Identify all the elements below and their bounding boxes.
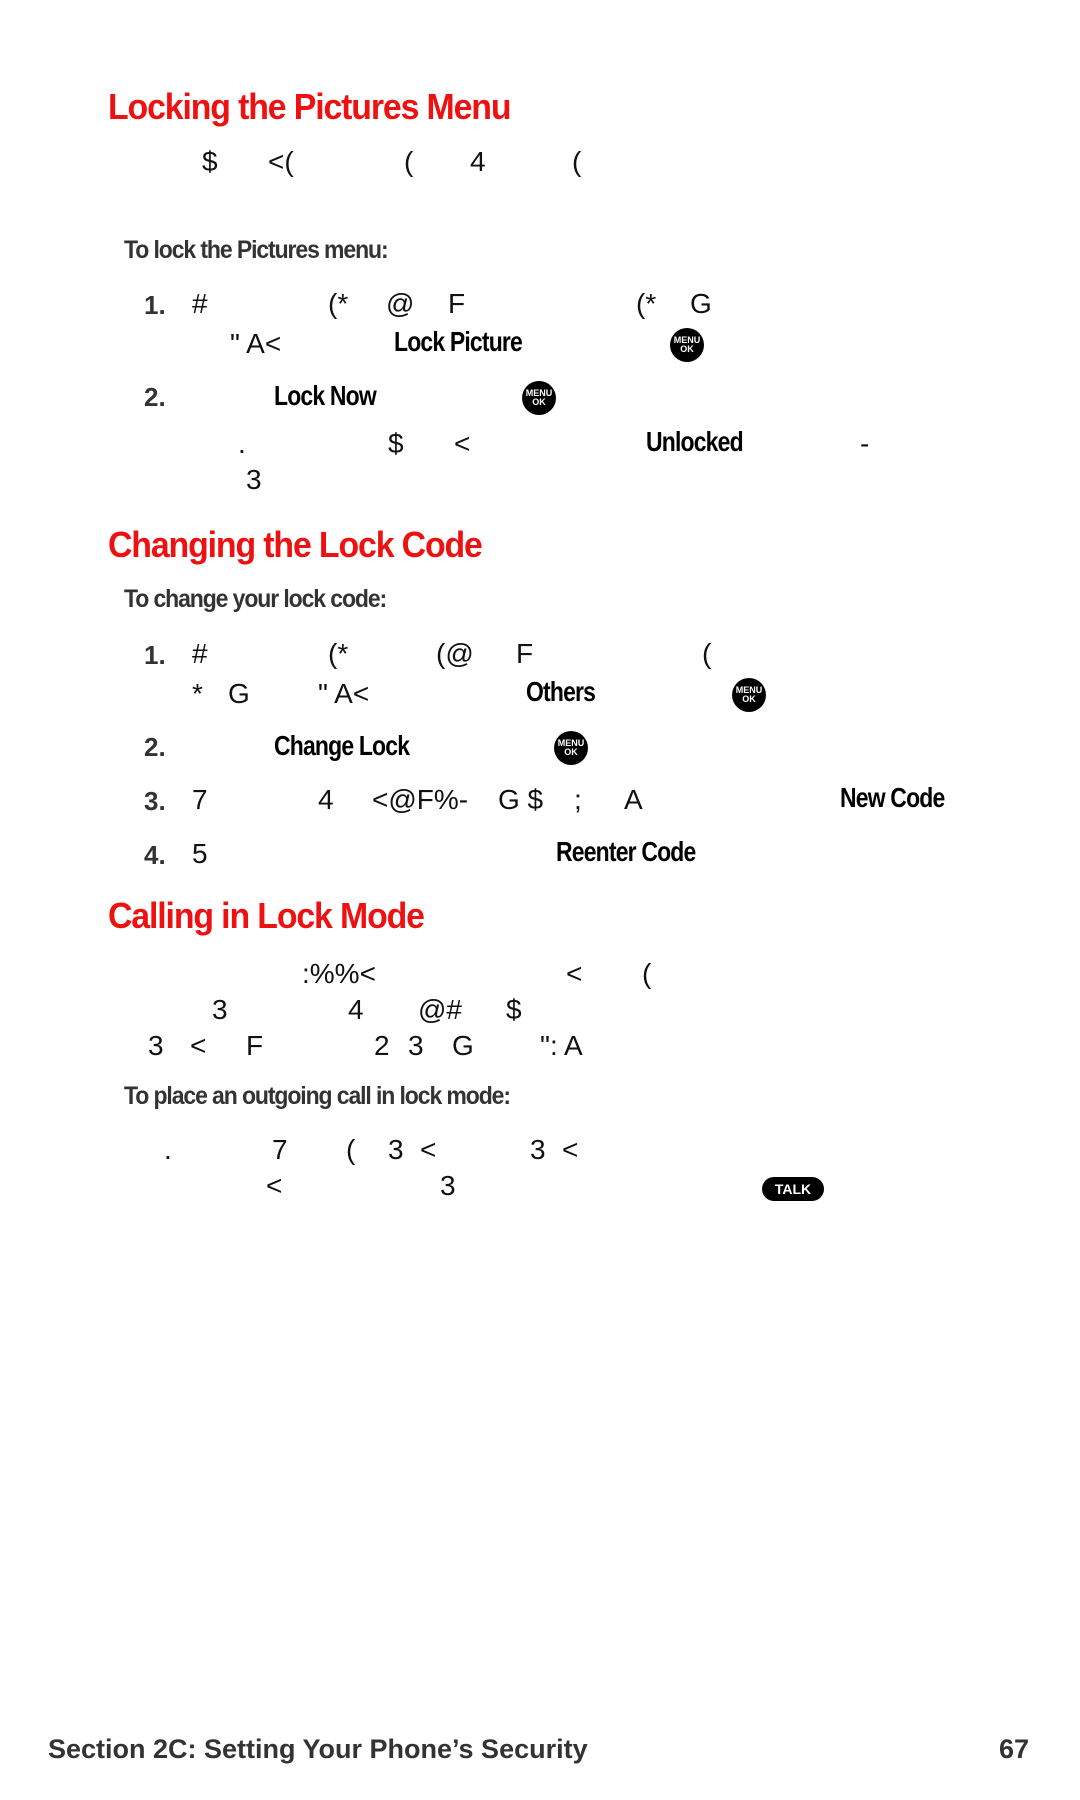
icon-label: OK (532, 397, 546, 407)
footer-page-number: 67 (999, 1734, 1030, 1764)
glyph: $ (388, 428, 404, 459)
glyph: $ (506, 994, 522, 1025)
glyph: ( (642, 958, 652, 989)
glyph: . (238, 428, 246, 459)
glyph: G (228, 678, 250, 709)
prompt-reenter-code: Reenter Code (556, 836, 696, 867)
menu-ok-button-icon: MENU OK (522, 381, 556, 415)
glyph: # (192, 288, 208, 319)
glyph: 2 (374, 1030, 390, 1061)
glyph: 7 (272, 1134, 288, 1165)
glyph: < (454, 428, 471, 459)
icon-label: OK (742, 694, 756, 704)
icon-label: OK (680, 344, 694, 354)
menu-ok-button-icon: MENU OK (732, 678, 766, 712)
glyph: 5 (192, 838, 208, 869)
glyph: - (860, 428, 870, 459)
step-number: 1. (144, 640, 166, 670)
glyph: <@F%- (372, 784, 469, 815)
glyph: 3 (246, 464, 262, 495)
step-number: 2. (144, 382, 166, 412)
glyph: < (266, 1170, 283, 1201)
procedure-subheading: To change your lock code: (124, 585, 387, 613)
step-number: 1. (144, 290, 166, 320)
section-heading-locking-pictures: Locking the Pictures Menu (108, 86, 512, 127)
menu-ok-button-icon: MENU OK (670, 328, 704, 362)
section-heading-changing-lock-code: Changing the Lock Code (108, 524, 483, 565)
glyph: . (164, 1134, 172, 1165)
glyph: < (420, 1134, 437, 1165)
glyph: 3 (530, 1134, 546, 1165)
glyph: (@ (436, 638, 474, 669)
menu-item-lock-now: Lock Now (274, 380, 377, 411)
glyph: 3 (440, 1170, 456, 1201)
glyph: F (448, 288, 466, 319)
glyph: G (452, 1030, 474, 1061)
glyph: G (690, 288, 712, 319)
glyph: A (624, 784, 643, 815)
glyph: ": A (540, 1030, 583, 1061)
step-number: 2. (144, 732, 166, 762)
glyph: < (562, 1134, 579, 1165)
glyph: 3 (388, 1134, 404, 1165)
menu-item-lock-picture: Lock Picture (394, 326, 523, 357)
glyph: (* (636, 288, 657, 319)
glyph: 3 (148, 1030, 164, 1061)
glyph: 3 (408, 1030, 424, 1061)
section-heading-calling-lock-mode: Calling in Lock Mode (108, 895, 425, 936)
glyph: 7 (192, 784, 208, 815)
menu-ok-button-icon: MENU OK (554, 731, 588, 765)
glyph: 4 (318, 784, 334, 815)
glyph: ( (572, 146, 582, 177)
glyph: (* (328, 638, 349, 669)
procedure-subheading: To lock the Pictures menu: (124, 236, 389, 264)
glyph: F (516, 638, 534, 669)
menu-item-others: Others (526, 676, 596, 707)
glyph: * (192, 678, 203, 709)
status-unlocked: Unlocked (646, 426, 744, 457)
glyph: ; (574, 784, 582, 815)
glyph: 4 (348, 994, 364, 1025)
glyph: < (190, 1030, 207, 1061)
step-number: 4. (144, 840, 166, 870)
glyph: ( (346, 1134, 356, 1165)
glyph: 3 (212, 994, 228, 1025)
glyph: < (566, 958, 583, 989)
icon-label: OK (564, 747, 578, 757)
glyph: " A< (230, 328, 282, 359)
glyph: " A< (318, 678, 370, 709)
glyph: $ (202, 146, 218, 177)
glyph: <( (268, 146, 294, 177)
glyph: ( (404, 146, 414, 177)
menu-item-change-lock: Change Lock (274, 730, 410, 761)
glyph: F (246, 1030, 264, 1061)
glyph: G $ (498, 784, 544, 815)
talk-key-icon: TALK (762, 1177, 824, 1201)
glyph: # (192, 638, 208, 669)
glyph: @# (418, 994, 462, 1025)
glyph: :%%< (302, 958, 376, 989)
step-number: 3. (144, 786, 166, 816)
prompt-new-code: New Code (840, 782, 945, 813)
glyph: ( (702, 638, 712, 669)
glyph: @ (386, 288, 415, 319)
footer-section-title: Section 2C: Setting Your Phone’s Securit… (48, 1734, 588, 1764)
glyph: 4 (470, 146, 486, 177)
procedure-subheading: To place an outgoing call in lock mode: (124, 1082, 511, 1110)
glyph: (* (328, 288, 349, 319)
